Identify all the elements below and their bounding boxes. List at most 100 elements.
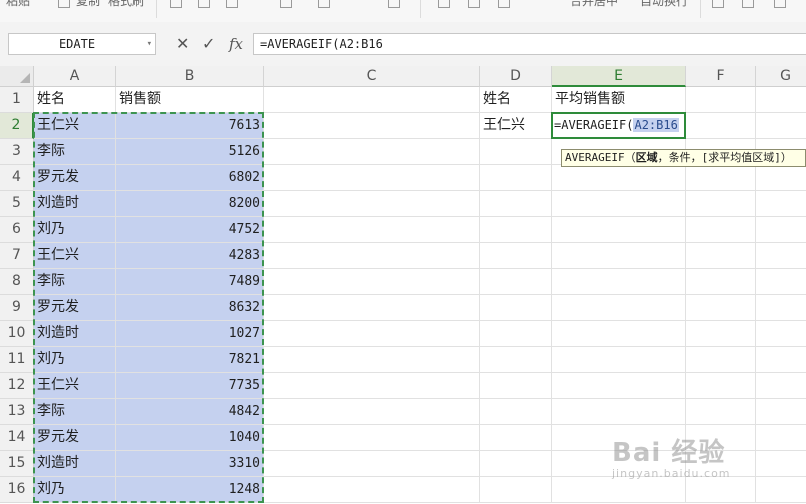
align-center-icon[interactable]	[468, 0, 480, 8]
cell-c9[interactable]	[264, 295, 480, 321]
cell-a10[interactable]: 刘造时	[34, 321, 116, 347]
column-header-g[interactable]: G	[756, 66, 806, 87]
cell-b3[interactable]: 5126	[116, 139, 264, 165]
font-color-icon[interactable]	[388, 0, 400, 8]
decimal-icon[interactable]	[774, 0, 786, 8]
cell-g1[interactable]	[756, 87, 806, 113]
cell-a2[interactable]: 王仁兴	[34, 113, 116, 139]
cell-e4[interactable]	[552, 165, 686, 191]
column-header-b[interactable]: B	[116, 66, 264, 87]
cell-f1[interactable]	[686, 87, 756, 113]
border-icon[interactable]	[280, 0, 292, 8]
select-all-button[interactable]	[0, 66, 34, 87]
name-box[interactable]: EDATE ▾	[8, 33, 156, 55]
cell-d14[interactable]	[480, 425, 552, 451]
cell-c7[interactable]	[264, 243, 480, 269]
cell-a4[interactable]: 罗元发	[34, 165, 116, 191]
cell-g12[interactable]	[756, 373, 806, 399]
cell-a8[interactable]: 李际	[34, 269, 116, 295]
fill-color-icon[interactable]	[318, 0, 330, 8]
cell-g8[interactable]	[756, 269, 806, 295]
row-header-12[interactable]: 12	[0, 373, 34, 399]
cell-d16[interactable]	[480, 477, 552, 503]
cell-b13[interactable]: 4842	[116, 399, 264, 425]
cell-a15[interactable]: 刘造时	[34, 451, 116, 477]
cell-d6[interactable]	[480, 217, 552, 243]
cell-g16[interactable]	[756, 477, 806, 503]
cell-c8[interactable]	[264, 269, 480, 295]
column-header-a[interactable]: A	[34, 66, 116, 87]
cell-d8[interactable]	[480, 269, 552, 295]
cell-f15[interactable]	[686, 451, 756, 477]
cell-b2[interactable]: 7613	[116, 113, 264, 139]
insert-function-icon[interactable]: fx	[229, 34, 243, 54]
row-header-14[interactable]: 14	[0, 425, 34, 451]
cell-a13[interactable]: 李际	[34, 399, 116, 425]
cell-b12[interactable]: 7735	[116, 373, 264, 399]
cell-a1[interactable]: 姓名	[34, 87, 116, 113]
cell-d11[interactable]	[480, 347, 552, 373]
row-header-7[interactable]: 7	[0, 243, 34, 269]
cell-b15[interactable]: 3310	[116, 451, 264, 477]
cell-c10[interactable]	[264, 321, 480, 347]
cell-f2[interactable]	[686, 113, 756, 139]
column-header-e[interactable]: E	[552, 66, 686, 87]
cell-c4[interactable]	[264, 165, 480, 191]
cell-e15[interactable]	[552, 451, 686, 477]
cell-f9[interactable]	[686, 295, 756, 321]
underline-icon[interactable]	[226, 0, 238, 8]
cell-d7[interactable]	[480, 243, 552, 269]
cell-a7[interactable]: 王仁兴	[34, 243, 116, 269]
cell-b6[interactable]: 4752	[116, 217, 264, 243]
cell-f5[interactable]	[686, 191, 756, 217]
column-header-c[interactable]: C	[264, 66, 480, 87]
cell-a5[interactable]: 刘造时	[34, 191, 116, 217]
italic-icon[interactable]	[198, 0, 210, 8]
cell-b11[interactable]: 7821	[116, 347, 264, 373]
cell-g15[interactable]	[756, 451, 806, 477]
cell-c2[interactable]	[264, 113, 480, 139]
row-header-3[interactable]: 3	[0, 139, 34, 165]
cell-g13[interactable]	[756, 399, 806, 425]
cell-a6[interactable]: 刘乃	[34, 217, 116, 243]
cell-a9[interactable]: 罗元发	[34, 295, 116, 321]
row-header-8[interactable]: 8	[0, 269, 34, 295]
cell-f10[interactable]	[686, 321, 756, 347]
cell-c3[interactable]	[264, 139, 480, 165]
cell-c13[interactable]	[264, 399, 480, 425]
copy-icon[interactable]	[58, 0, 70, 8]
cell-g6[interactable]	[756, 217, 806, 243]
formula-input[interactable]: =AVERAGEIF(A2:B16	[253, 33, 806, 55]
number-format-icon[interactable]	[712, 0, 724, 8]
cell-c14[interactable]	[264, 425, 480, 451]
cell-b1[interactable]: 销售额	[116, 87, 264, 113]
cell-b7[interactable]: 4283	[116, 243, 264, 269]
row-header-4[interactable]: 4	[0, 165, 34, 191]
cell-c11[interactable]	[264, 347, 480, 373]
cell-f7[interactable]	[686, 243, 756, 269]
cell-f8[interactable]	[686, 269, 756, 295]
cell-d9[interactable]	[480, 295, 552, 321]
cell-b9[interactable]: 8632	[116, 295, 264, 321]
cell-g10[interactable]	[756, 321, 806, 347]
cell-f13[interactable]	[686, 399, 756, 425]
cell-f12[interactable]	[686, 373, 756, 399]
paste-button[interactable]: 粘贴	[6, 0, 30, 9]
cell-d13[interactable]	[480, 399, 552, 425]
cell-c16[interactable]	[264, 477, 480, 503]
cell-e12[interactable]	[552, 373, 686, 399]
row-header-1[interactable]: 1	[0, 87, 34, 113]
cell-f16[interactable]	[686, 477, 756, 503]
cell-f6[interactable]	[686, 217, 756, 243]
percent-icon[interactable]	[742, 0, 754, 8]
cell-a3[interactable]: 李际	[34, 139, 116, 165]
cell-g11[interactable]	[756, 347, 806, 373]
cell-b5[interactable]: 8200	[116, 191, 264, 217]
cell-f4[interactable]	[686, 165, 756, 191]
cell-e6[interactable]	[552, 217, 686, 243]
format-painter-button[interactable]: 格式刷	[108, 0, 144, 9]
active-cell-editor[interactable]: =AVERAGEIF(A2:B16	[551, 112, 686, 139]
cell-c1[interactable]	[264, 87, 480, 113]
cell-f11[interactable]	[686, 347, 756, 373]
align-right-icon[interactable]	[498, 0, 510, 8]
